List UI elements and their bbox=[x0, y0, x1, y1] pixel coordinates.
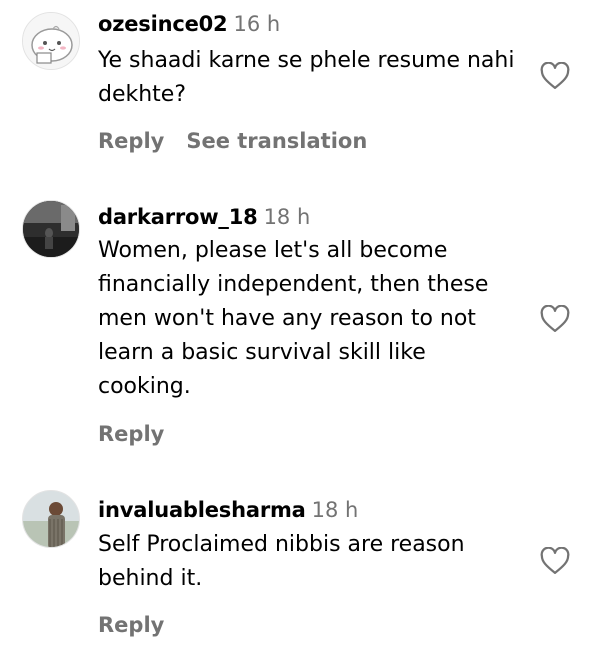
see-translation-button[interactable]: See translation bbox=[186, 129, 367, 153]
comment-time: 16 h bbox=[233, 12, 281, 36]
comment-text: Self Proclaimed nibbis are reason behind… bbox=[98, 532, 465, 591]
heart-outline-icon[interactable] bbox=[540, 305, 570, 333]
dark-room-avatar-image bbox=[23, 201, 79, 257]
comment-actions: Reply bbox=[98, 611, 164, 639]
username-link[interactable]: darkarrow_18 bbox=[98, 205, 258, 229]
comment-time: 18 h bbox=[263, 205, 311, 229]
comment-actions: Reply bbox=[98, 420, 164, 448]
person-avatar-image bbox=[23, 491, 79, 547]
username-link[interactable]: invaluablesharma bbox=[98, 498, 306, 522]
cartoon-avatar-image bbox=[23, 13, 79, 69]
reply-button[interactable]: Reply bbox=[98, 129, 164, 153]
avatar[interactable] bbox=[22, 490, 80, 548]
username-link[interactable]: ozesince02 bbox=[98, 12, 228, 36]
reply-button[interactable]: Reply bbox=[98, 422, 164, 446]
comment-actions: Reply See translation bbox=[98, 127, 367, 155]
comment-header: invaluablesharma 18 h bbox=[98, 496, 358, 524]
avatar[interactable] bbox=[22, 12, 80, 70]
avatar[interactable] bbox=[22, 200, 80, 258]
comment-item: darkarrow_18 18 h Women, please let's all… bbox=[0, 195, 589, 465]
comment-header: darkarrow_18 18 h bbox=[98, 203, 310, 231]
comment-item: invaluablesharma 18 h Self Proclaimed nib… bbox=[0, 485, 589, 661]
comment-item: ozesince02 16 h Ye shaadi karne se phele … bbox=[0, 0, 589, 180]
comment-header: ozesince02 16 h bbox=[98, 10, 280, 38]
heart-outline-icon[interactable] bbox=[540, 547, 570, 575]
comment-time: 18 h bbox=[311, 498, 359, 522]
reply-button[interactable]: Reply bbox=[98, 613, 164, 637]
comment-text: Ye shaadi karne se phele resume nahi dek… bbox=[98, 48, 515, 107]
heart-outline-icon[interactable] bbox=[540, 62, 570, 90]
comment-text: Women, please let's all become financial… bbox=[98, 238, 489, 399]
